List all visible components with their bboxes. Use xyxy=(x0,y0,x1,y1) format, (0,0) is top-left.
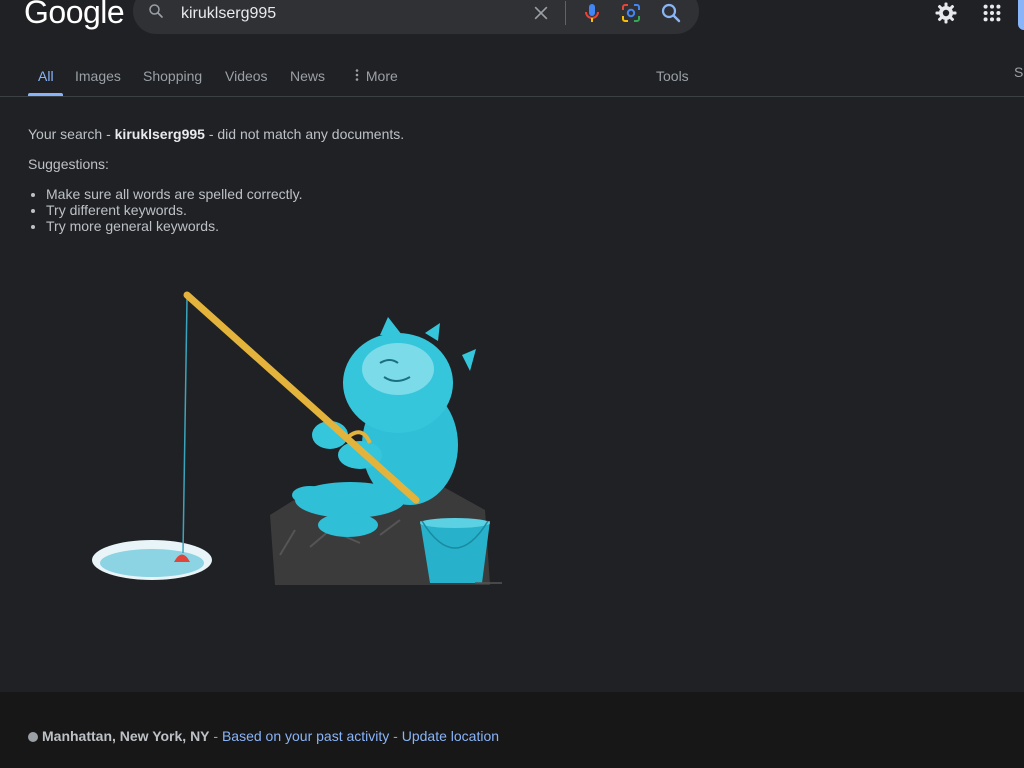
tab-images[interactable]: Images xyxy=(75,68,121,84)
tabs-divider xyxy=(0,96,1024,97)
google-lens-icon[interactable] xyxy=(619,1,643,25)
header: Google kiruklserg995 xyxy=(0,0,1024,46)
message-suffix: - did not match any documents. xyxy=(204,126,405,142)
settings-gear-icon[interactable] xyxy=(934,1,958,25)
message-query: kiruklserg995 xyxy=(114,126,205,142)
footer-separator: - xyxy=(389,728,402,744)
search-input[interactable]: kiruklserg995 xyxy=(181,5,276,23)
tab-news[interactable]: News xyxy=(290,68,325,84)
microphone-icon[interactable] xyxy=(580,1,604,25)
location-name: Manhattan, New York, NY xyxy=(42,728,210,744)
clear-icon[interactable] xyxy=(531,3,551,23)
suggestions-list: Make sure all words are spelled correctl… xyxy=(28,186,446,234)
suggestion-item: Make sure all words are spelled correctl… xyxy=(46,186,446,202)
tab-all[interactable]: All xyxy=(38,68,54,84)
location-dot-icon xyxy=(28,732,38,742)
safesearch-edge-label[interactable]: Sa xyxy=(1014,64,1024,80)
footer-separator: - xyxy=(209,728,222,744)
tab-more-label: More xyxy=(365,68,398,84)
apps-grid-icon[interactable] xyxy=(981,2,1003,24)
search-tabs: All Images Shopping Videos News More Too… xyxy=(0,60,1024,96)
search-icon xyxy=(149,4,163,18)
footer: Manhattan, New York, NY - Based on your … xyxy=(0,692,1024,768)
suggestion-item: Try more general keywords. xyxy=(46,218,446,234)
tab-shopping[interactable]: Shopping xyxy=(143,68,202,84)
tools-button[interactable]: Tools xyxy=(656,68,689,84)
update-location-link[interactable]: Update location xyxy=(402,728,499,744)
past-activity-link[interactable]: Based on your past activity xyxy=(222,728,389,744)
suggestions-title: Suggestions: xyxy=(28,156,109,172)
google-logo[interactable]: Google xyxy=(24,0,125,31)
suggestion-item: Try different keywords. xyxy=(46,202,446,218)
message-prefix: Your search - xyxy=(28,126,115,142)
location-line: Manhattan, New York, NY - Based on your … xyxy=(28,728,499,744)
more-vert-icon xyxy=(355,69,359,81)
search-submit-icon[interactable] xyxy=(659,1,683,25)
tab-more[interactable]: More xyxy=(352,68,398,84)
tab-videos[interactable]: Videos xyxy=(225,68,268,84)
fishing-monster-illustration xyxy=(92,291,502,585)
no-results-message: Your search - kiruklserg995 - did not ma… xyxy=(28,126,404,142)
search-divider xyxy=(565,1,566,25)
search-box[interactable]: kiruklserg995 xyxy=(133,0,699,34)
account-button[interactable] xyxy=(1018,0,1024,30)
